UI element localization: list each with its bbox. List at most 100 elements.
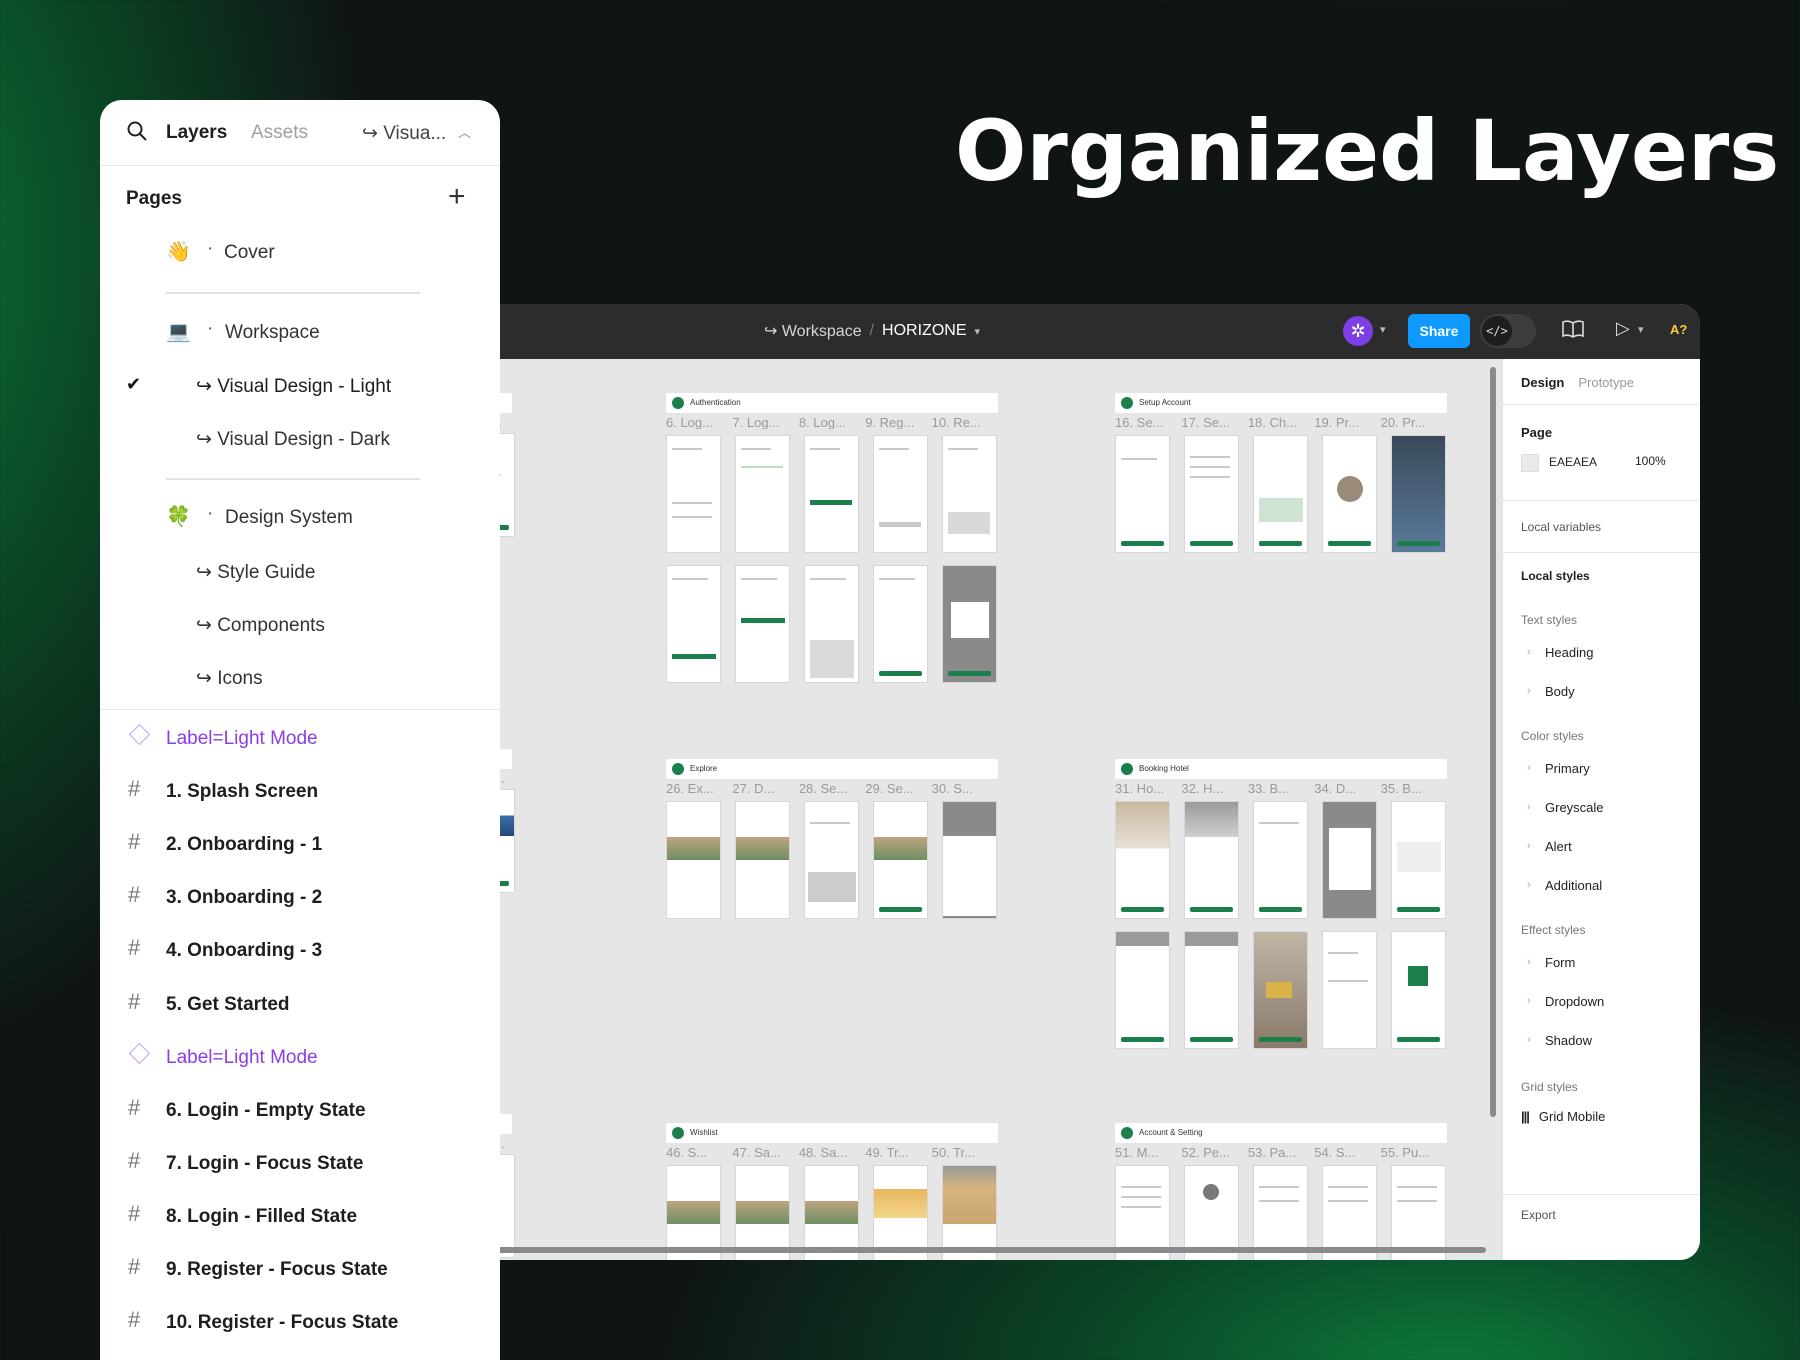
style-item[interactable]: Form — [1521, 943, 1682, 982]
page-item-design-system[interactable]: 🍀 · Design System — [100, 498, 500, 538]
share-button[interactable]: Share — [1408, 314, 1470, 348]
layer-item-component[interactable]: Label=Light Mode — [100, 717, 500, 757]
phone-frame[interactable] — [942, 565, 997, 683]
local-variables-section[interactable]: Local variables — [1503, 501, 1700, 553]
page-item-visual-design-light[interactable]: ✔ ↪ Visual Design - Light — [100, 366, 500, 406]
layer-item-frame[interactable]: # 7. Login - Focus State — [100, 1142, 500, 1182]
export-section[interactable]: Export — [1503, 1195, 1700, 1235]
grid-style-item[interactable]: ||| Grid Mobile — [1521, 1102, 1682, 1132]
phone-frame[interactable] — [873, 565, 928, 683]
export-label[interactable]: Export — [1521, 1208, 1556, 1222]
style-item[interactable]: Heading — [1521, 633, 1682, 672]
play-icon[interactable]: ▷ — [1616, 318, 1630, 339]
layer-item-frame[interactable]: # 10. Register - Focus State — [100, 1301, 500, 1341]
page-color-row[interactable]: EAEAEA 100% — [1521, 454, 1682, 472]
style-item[interactable]: Primary — [1521, 749, 1682, 788]
phone-frame[interactable] — [1253, 1165, 1308, 1260]
add-page-icon[interactable]: + — [448, 180, 466, 214]
phone-frame[interactable] — [804, 435, 859, 553]
phone-frame[interactable] — [1391, 801, 1446, 919]
layer-item-frame[interactable]: # 4. Onboarding - 3 — [100, 929, 500, 969]
phone-frame[interactable] — [666, 435, 721, 553]
style-item[interactable]: Additional — [1521, 866, 1682, 905]
phone-frame[interactable] — [666, 1165, 721, 1260]
layer-item-frame[interactable]: # 6. Login - Empty State — [100, 1089, 500, 1129]
phone-frame[interactable] — [735, 435, 790, 553]
layer-item-component[interactable]: Label=Light Mode — [100, 1036, 500, 1076]
phone-frame[interactable] — [1253, 931, 1308, 1049]
style-item[interactable]: Alert — [1521, 827, 1682, 866]
phone-frame[interactable] — [1391, 1165, 1446, 1260]
layer-item-frame[interactable]: # 3. Onboarding - 2 — [100, 876, 500, 916]
phone-frame[interactable] — [735, 801, 790, 919]
tab-prototype[interactable]: Prototype — [1578, 375, 1634, 404]
phone-frame[interactable] — [1115, 1165, 1170, 1260]
page-item-visual-design-dark[interactable]: ↪ Visual Design - Dark — [100, 419, 500, 459]
page-item-components[interactable]: ↪ Components — [100, 605, 500, 645]
chevron-down-icon[interactable]: ▾ — [975, 325, 981, 338]
page-item-icons[interactable]: ↪ Icons — [100, 658, 500, 698]
dev-mode-toggle[interactable]: </> — [1480, 314, 1536, 348]
phone-frame[interactable] — [1184, 801, 1239, 919]
phone-frame[interactable] — [735, 1165, 790, 1260]
page-color-swatch[interactable] — [1521, 454, 1539, 472]
page-opacity-value[interactable]: 100% — [1635, 454, 1666, 468]
chevron-down-icon[interactable]: ▾ — [1638, 323, 1644, 336]
phone-frame[interactable] — [1322, 931, 1377, 1049]
tab-design[interactable]: Design — [1521, 375, 1564, 404]
phone-frame[interactable] — [942, 1165, 997, 1260]
phone-frame[interactable] — [1184, 1165, 1239, 1260]
phone-frame[interactable] — [1391, 931, 1446, 1049]
tab-assets[interactable]: Assets — [251, 122, 308, 144]
phone-frame[interactable] — [1322, 435, 1377, 553]
style-item[interactable]: Shadow — [1521, 1021, 1682, 1060]
layer-item-frame[interactable]: # 2. Onboarding - 1 — [100, 823, 500, 863]
canvas-horizontal-scrollbar[interactable] — [470, 1247, 1486, 1253]
canvas-section-explore[interactable]: Explore 26. Ex... 27. D... 28. Se... 29. Se… — [666, 759, 998, 919]
phone-frame[interactable] — [1184, 931, 1239, 1049]
design-canvas[interactable]: Get... 5. N... 5. C... Authentication 6.… — [470, 359, 1502, 1260]
phone-frame[interactable] — [804, 1165, 859, 1260]
phone-frame[interactable] — [1184, 435, 1239, 553]
phone-frame[interactable] — [666, 565, 721, 683]
layer-item-frame[interactable]: # 9. Register - Focus State — [100, 1248, 500, 1288]
canvas-section-account-setting[interactable]: Account & Setting 51. M... 52. Pe... 53. P… — [1115, 1123, 1447, 1260]
phone-frame[interactable] — [1115, 435, 1170, 553]
phone-frame[interactable] — [804, 565, 859, 683]
chevron-down-icon[interactable]: ▾ — [1380, 323, 1386, 336]
style-item[interactable]: Dropdown — [1521, 982, 1682, 1021]
canvas-section-setup-account[interactable]: Setup Account 16. Se... 17. Se... 18. Ch..… — [1115, 393, 1447, 553]
ai-badge[interactable]: A? — [1670, 322, 1687, 337]
phone-frame[interactable] — [942, 435, 997, 553]
breadcrumb-file[interactable]: HORIZONE — [882, 322, 966, 340]
layer-item-frame[interactable]: # 1. Splash Screen — [100, 770, 500, 810]
search-icon[interactable] — [126, 120, 148, 148]
phone-frame[interactable] — [804, 801, 859, 919]
phone-frame[interactable] — [873, 801, 928, 919]
canvas-vertical-scrollbar[interactable] — [1490, 367, 1496, 1117]
page-item-cover[interactable]: 👋 · Cover — [100, 233, 500, 273]
page-item-workspace[interactable]: 💻 · Workspace — [100, 313, 500, 353]
phone-frame[interactable] — [666, 801, 721, 919]
library-book-icon[interactable] — [1562, 320, 1584, 343]
chevron-up-icon[interactable]: ︿ — [458, 122, 471, 141]
layer-item-frame[interactable]: # 8. Login - Filled State — [100, 1195, 500, 1235]
page-selector[interactable]: ↪ Visua... — [362, 122, 446, 145]
multiplayer-avatar-icon[interactable]: ✲ — [1343, 316, 1373, 346]
page-item-style-guide[interactable]: ↪ Style Guide — [100, 552, 500, 592]
canvas-section-authentication[interactable]: Authentication 6. Log... 7. Log... 8. Log.… — [666, 393, 998, 693]
phone-frame[interactable] — [1253, 801, 1308, 919]
style-item[interactable]: Greyscale — [1521, 788, 1682, 827]
page-color-value[interactable]: EAEAEA — [1549, 455, 1597, 469]
phone-frame[interactable] — [735, 565, 790, 683]
phone-frame[interactable] — [1253, 435, 1308, 553]
canvas-section-booking-hotel[interactable]: Booking Hotel 31. Ho... 32. H... 33. B... 3… — [1115, 759, 1447, 1059]
phone-frame[interactable] — [1322, 1165, 1377, 1260]
local-variables-label[interactable]: Local variables — [1521, 520, 1601, 534]
layer-item-frame[interactable]: # 5. Get Started — [100, 983, 500, 1023]
breadcrumb-workspace[interactable]: ↪ Workspace — [764, 321, 862, 341]
phone-frame[interactable] — [1391, 435, 1446, 553]
phone-frame[interactable] — [1115, 931, 1170, 1049]
phone-frame[interactable] — [1115, 801, 1170, 919]
phone-frame[interactable] — [1322, 801, 1377, 919]
